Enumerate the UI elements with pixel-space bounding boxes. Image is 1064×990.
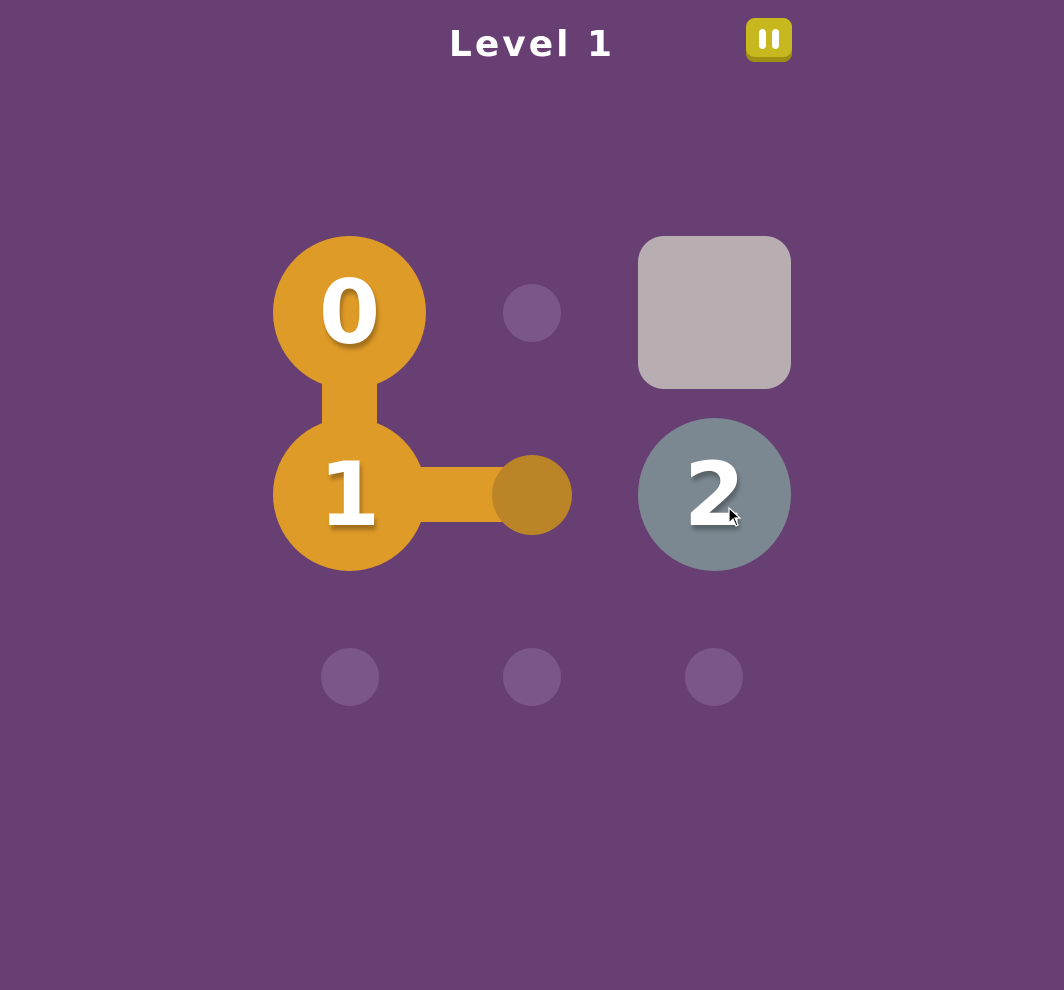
- empty-slot[interactable]: [321, 648, 379, 706]
- path-head-handle[interactable]: [492, 455, 572, 535]
- game-screen: Level 1 0 1 2: [0, 0, 1064, 990]
- pause-button[interactable]: [746, 18, 792, 62]
- node-label: 1: [318, 443, 381, 546]
- mouse-cursor-icon: [728, 507, 742, 527]
- node-label: 0: [318, 261, 381, 364]
- number-node-0[interactable]: 0: [273, 236, 426, 389]
- empty-slot[interactable]: [503, 648, 561, 706]
- empty-slot[interactable]: [503, 284, 561, 342]
- number-node-2[interactable]: 2: [638, 418, 791, 571]
- number-node-1[interactable]: 1: [273, 418, 426, 571]
- blocked-tile: [638, 236, 791, 389]
- node-label: 2: [683, 443, 746, 546]
- empty-slot[interactable]: [685, 648, 743, 706]
- level-title: Level 1: [448, 24, 616, 65]
